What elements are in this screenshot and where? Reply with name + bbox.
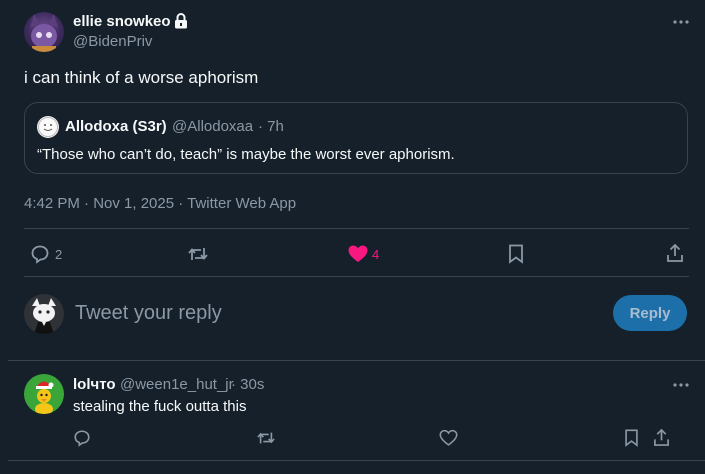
quoted-author-handle[interactable]: @Allodoxaa [172, 118, 253, 135]
reply-button[interactable]: Reply [613, 295, 687, 331]
reply-bookmark-icon[interactable] [624, 429, 639, 447]
quoted-author-name[interactable]: Allodoxa (S3r) [65, 118, 167, 135]
reply-author-name[interactable]: lolчто [73, 376, 116, 393]
reply-count: 2 [55, 247, 63, 262]
reply-more-dots-icon[interactable] [672, 378, 690, 392]
quoted-avatar[interactable] [37, 116, 59, 138]
author-handle[interactable]: @BidenPriv [73, 33, 152, 50]
more-dots-icon[interactable] [672, 15, 690, 29]
reply-input[interactable]: Tweet your reply [75, 302, 222, 325]
reply-icon[interactable] [30, 244, 50, 264]
divider [24, 276, 689, 277]
reply-author-avatar[interactable] [24, 374, 64, 414]
author-name[interactable]: ellie snowkeo [73, 13, 171, 30]
lock-icon [174, 13, 188, 29]
like-count: 4 [372, 247, 380, 262]
bookmark-icon[interactable] [508, 244, 524, 264]
divider [8, 460, 705, 461]
reply-reply-icon[interactable] [73, 429, 91, 447]
current-user-avatar[interactable] [24, 294, 64, 334]
share-icon[interactable] [666, 243, 684, 263]
quoted-time: · 7h [258, 118, 284, 135]
reply-retweet-icon[interactable] [256, 429, 276, 447]
divider [8, 360, 705, 361]
reply-author-handle[interactable]: @ween1e_hut_jr [120, 376, 234, 393]
divider [24, 228, 689, 229]
reply-text: stealing the fuck outta this [73, 398, 247, 415]
reply-like-icon[interactable] [439, 429, 458, 447]
tweet-text: i can think of a worse aphorism [24, 68, 259, 87]
quoted-tweet[interactable] [24, 102, 688, 174]
reply-share-icon[interactable] [653, 428, 670, 447]
author-avatar[interactable] [24, 12, 64, 52]
like-heart-icon[interactable] [347, 244, 369, 264]
retweet-icon[interactable] [187, 244, 209, 264]
tweet-meta: 4:42 PM · Nov 1, 2025 · Twitter Web App [24, 195, 297, 212]
reply-time: · 30s [231, 376, 265, 393]
quoted-text: “Those who can’t do, teach” is maybe the… [37, 146, 455, 163]
